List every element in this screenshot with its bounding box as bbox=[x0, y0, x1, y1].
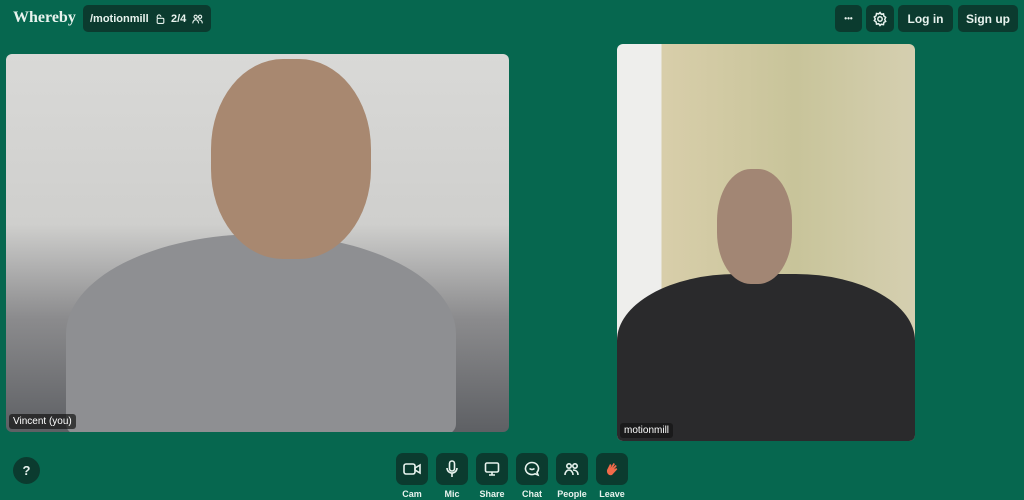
room-name: /motionmill bbox=[90, 12, 149, 25]
participant-video bbox=[66, 234, 456, 432]
participant-face bbox=[211, 59, 371, 259]
chat-button[interactable]: Chat bbox=[516, 453, 548, 499]
video-tile-self[interactable]: Vincent (you) bbox=[6, 54, 509, 432]
login-button[interactable]: Log in bbox=[898, 5, 953, 32]
chat-label: Chat bbox=[522, 489, 542, 499]
leave-label: Leave bbox=[599, 489, 625, 499]
signup-button[interactable]: Sign up bbox=[958, 5, 1018, 32]
help-button[interactable]: ? bbox=[13, 457, 40, 484]
screen-share-icon bbox=[484, 462, 500, 476]
cam-button[interactable]: Cam bbox=[396, 453, 428, 499]
participant-face bbox=[717, 169, 792, 284]
gear-icon bbox=[873, 10, 887, 27]
people-icon bbox=[192, 14, 204, 23]
cam-label: Cam bbox=[402, 489, 422, 499]
people-button[interactable]: People bbox=[556, 453, 588, 499]
whereby-logo: Whereby bbox=[13, 9, 76, 26]
chat-icon bbox=[524, 461, 540, 477]
more-button[interactable]: ••• bbox=[835, 5, 862, 32]
settings-button[interactable] bbox=[866, 5, 894, 32]
mic-label: Mic bbox=[444, 489, 460, 499]
participant-count: 2/4 bbox=[170, 12, 187, 25]
room-info[interactable]: /motionmill 2/4 bbox=[83, 5, 211, 32]
more-icon: ••• bbox=[844, 14, 853, 23]
video-tile-remote[interactable]: motionmill bbox=[617, 44, 915, 441]
people-label: People bbox=[557, 489, 587, 499]
people-icon bbox=[564, 462, 579, 476]
leave-button[interactable]: Leave bbox=[596, 453, 628, 499]
mic-button[interactable]: Mic bbox=[436, 453, 468, 499]
mic-icon bbox=[446, 460, 458, 477]
camera-icon bbox=[403, 463, 421, 475]
unlock-icon[interactable] bbox=[155, 12, 165, 26]
share-label: Share bbox=[479, 489, 505, 499]
participant-video bbox=[617, 274, 915, 441]
participant-name: Vincent (you) bbox=[9, 414, 76, 429]
wave-hand-icon bbox=[606, 463, 618, 476]
participant-name: motionmill bbox=[620, 423, 674, 438]
share-button[interactable]: Share bbox=[476, 453, 508, 499]
